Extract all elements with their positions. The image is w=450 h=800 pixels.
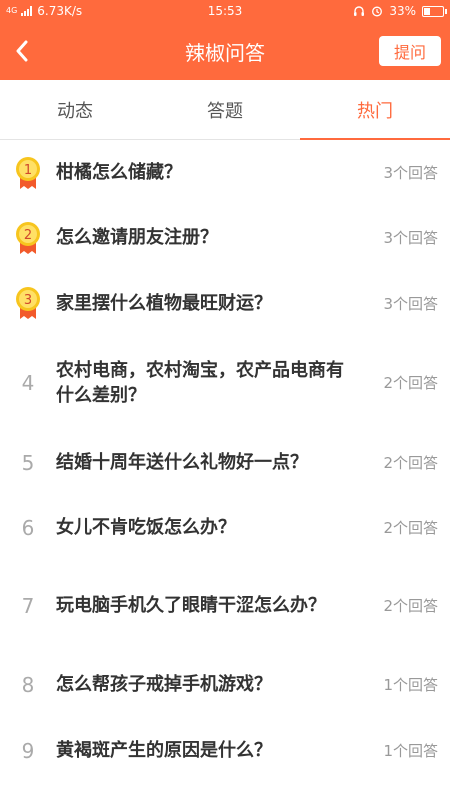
alarm-icon [372,6,383,17]
question-row-4[interactable]: 4 农村电商，农村淘宝，农产品电商有什么差别？ 2个回答 [0,335,450,430]
rank-medal-1: 1 [0,155,56,191]
status-time: 15:53 [207,4,243,18]
tab-hot[interactable]: 热门 [300,80,450,140]
svg-text:2: 2 [24,228,32,243]
tab-answer[interactable]: 答题 [150,80,300,139]
question-title: 女儿不肯吃饭怎么办？ [56,517,236,538]
signal-icon [21,6,33,16]
question-title: 黄褐斑产生的原因是什么？ [56,740,272,761]
question-row-5[interactable]: 5 结婚十周年送什么礼物好一点？ 2个回答 [0,430,450,495]
answer-count: 2个回答 [383,597,438,615]
rank-number: 5 [21,450,35,475]
status-left: 4G 6.73K/s [6,4,156,18]
question-row-6[interactable]: 6 女儿不肯吃饭怎么办？ 2个回答 [0,495,450,560]
question-title: 玩电脑手机久了眼睛干涩怎么办？ [56,595,326,616]
answer-count: 1个回答 [383,742,438,760]
question-row-7[interactable]: 7 玩电脑手机久了眼睛干涩怎么办？ 2个回答 [0,560,450,651]
question-list: 1 柑橘怎么储藏？ 3个回答 2 怎么邀请朋友注册？ 3个回答 3 家里摆什么植… [0,141,450,783]
question-row-2[interactable]: 2 怎么邀请朋友注册？ 3个回答 [0,204,450,271]
network-speed: 6.73K/s [37,4,83,18]
rank-number: 9 [21,738,35,763]
battery-percent: 33% [389,4,416,18]
battery-icon [422,5,447,17]
question-title: 柑橘怎么储藏？ [56,162,182,183]
svg-text:1: 1 [24,163,32,178]
status-bar: 4G 6.73K/s 15:53 33% [0,0,450,22]
back-arrow-icon [16,40,28,62]
answer-count: 3个回答 [383,294,438,313]
battery-fill [424,7,430,15]
tab-bar: 动态 答题 热门 [0,80,450,140]
answer-count: 2个回答 [383,519,438,537]
question-row-1[interactable]: 1 柑橘怎么储藏？ 3个回答 [0,141,450,204]
question-title: 怎么帮孩子戒掉手机游戏？ [56,674,272,695]
question-title: 怎么邀请朋友注册？ [56,227,218,248]
rank-medal-3: 3 [0,285,56,321]
rank-number: 4 [21,370,35,395]
network-type: 4G [6,6,18,15]
silver-medal-icon: 2 [16,221,40,254]
answer-count: 3个回答 [383,164,438,182]
gold-medal-icon: 1 [16,156,40,189]
nav-bar: 辣椒问答 提问 [0,22,450,80]
svg-text:3: 3 [24,293,32,308]
question-row-8[interactable]: 8 怎么帮孩子戒掉手机游戏？ 1个回答 [0,651,450,718]
question-row-3[interactable]: 3 家里摆什么植物最旺财运？ 3个回答 [0,271,450,335]
tab-activity[interactable]: 动态 [0,80,150,139]
bronze-medal-icon: 3 [16,287,40,319]
question-row-9[interactable]: 9 黄褐斑产生的原因是什么？ 1个回答 [0,718,450,783]
answer-count: 2个回答 [383,374,438,392]
headset-icon [354,6,365,16]
back-button[interactable] [0,22,44,80]
question-title: 结婚十周年送什么礼物好一点？ [56,452,308,473]
question-title: 家里摆什么植物最旺财运？ [56,292,272,314]
question-title: 农村电商，农村淘宝，农产品电商有什么差别？ [56,359,344,406]
rank-number: 7 [21,593,35,618]
rank-medal-2: 2 [0,220,56,256]
status-right: 33% [294,4,447,18]
answer-count: 1个回答 [383,676,438,694]
answer-count: 2个回答 [383,454,438,472]
ask-question-button[interactable]: 提问 [379,36,441,66]
rank-number: 8 [21,672,35,697]
rank-number: 6 [21,515,35,540]
answer-count: 3个回答 [383,229,438,247]
